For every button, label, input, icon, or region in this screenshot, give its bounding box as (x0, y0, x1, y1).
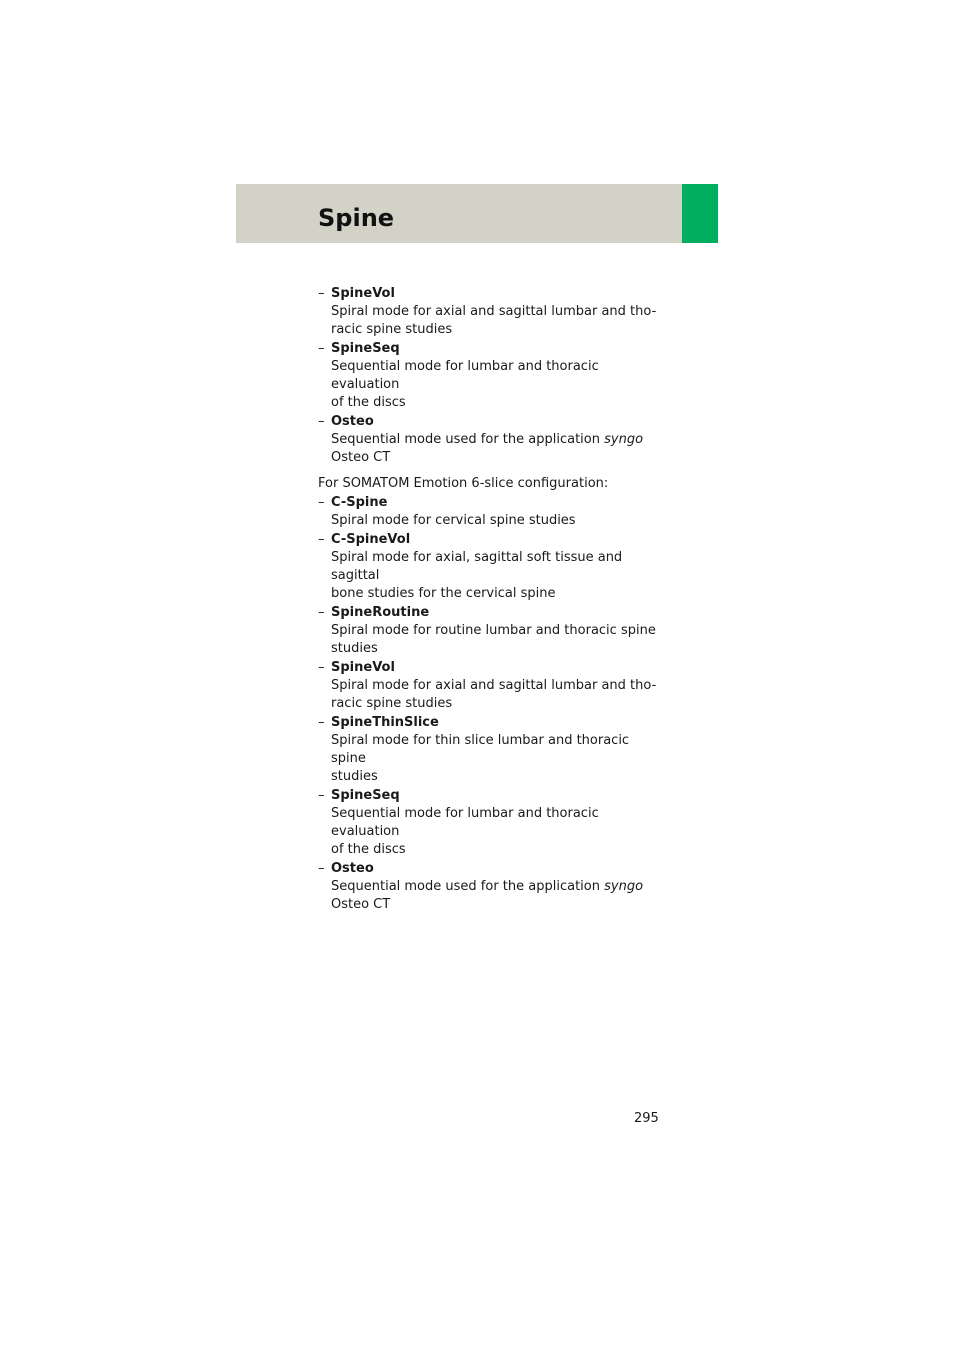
mode-name: C-Spine (331, 495, 388, 510)
list-item: – SpineSeq Sequential mode for lumbar an… (318, 340, 663, 412)
mode-description: Sequential mode used for the application… (331, 432, 644, 465)
list-item: – SpineVol Spiral mode for axial and sag… (318, 659, 663, 713)
header-accent-tab (682, 184, 718, 243)
mode-description: Spiral mode for axial and sagittal lumba… (331, 304, 657, 337)
spine-modes-list: – SpineVol Spiral mode for axial and sag… (318, 285, 663, 467)
list-item: – SpineVol Spiral mode for axial and sag… (318, 285, 663, 339)
mode-description: Sequential mode for lumbar and thoracic … (331, 806, 599, 857)
page-content: – SpineVol Spiral mode for axial and sag… (318, 285, 663, 915)
dash-bullet: – (318, 605, 325, 620)
mode-name: Osteo (331, 861, 374, 876)
header-band (236, 184, 682, 243)
list-item: – Osteo Sequential mode used for the app… (318, 413, 663, 467)
product-name-syngo: syngo (604, 432, 644, 447)
mode-name: Osteo (331, 414, 374, 429)
list-item: – SpineThinSlice Spiral mode for thin sl… (318, 714, 663, 786)
dash-bullet: – (318, 286, 325, 301)
configuration-intro: For SOMATOM Emotion 6-slice configuratio… (318, 476, 609, 491)
emotion-6-slice-modes-list: – C-Spine Spiral mode for cervical spine… (318, 494, 663, 914)
dash-bullet: – (318, 495, 325, 510)
list-item: – SpineRoutine Spiral mode for routine l… (318, 604, 663, 658)
dash-bullet: – (318, 861, 325, 876)
mode-name: SpineThinSlice (331, 715, 439, 730)
list-item: – SpineSeq Sequential mode for lumbar an… (318, 787, 663, 859)
mode-name: SpineVol (331, 286, 395, 301)
mode-description: Spiral mode for cervical spine studies (331, 513, 576, 528)
mode-description: Sequential mode for lumbar and thoracic … (331, 359, 599, 410)
mode-name: C-SpineVol (331, 532, 411, 547)
dash-bullet: – (318, 660, 325, 675)
mode-description: Sequential mode used for the application… (331, 879, 644, 912)
mode-name: SpineRoutine (331, 605, 430, 620)
mode-description: Spiral mode for thin slice lumbar and th… (331, 733, 630, 784)
dash-bullet: – (318, 532, 325, 547)
page-number: 295 (634, 1111, 659, 1126)
mode-description: Spiral mode for axial and sagittal lumba… (331, 678, 657, 711)
list-item: – Osteo Sequential mode used for the app… (318, 860, 663, 914)
dash-bullet: – (318, 341, 325, 356)
product-name-syngo: syngo (604, 879, 644, 894)
list-item: – C-Spine Spiral mode for cervical spine… (318, 494, 663, 530)
page-title: Spine (318, 204, 395, 232)
mode-description: Spiral mode for routine lumbar and thora… (331, 623, 656, 656)
list-item: – C-SpineVol Spiral mode for axial, sagi… (318, 531, 663, 603)
dash-bullet: – (318, 788, 325, 803)
mode-description: Spiral mode for axial, sagittal soft tis… (331, 550, 623, 601)
dash-bullet: – (318, 414, 325, 429)
dash-bullet: – (318, 715, 325, 730)
mode-name: SpineSeq (331, 341, 400, 356)
mode-name: SpineVol (331, 660, 395, 675)
mode-name: SpineSeq (331, 788, 400, 803)
